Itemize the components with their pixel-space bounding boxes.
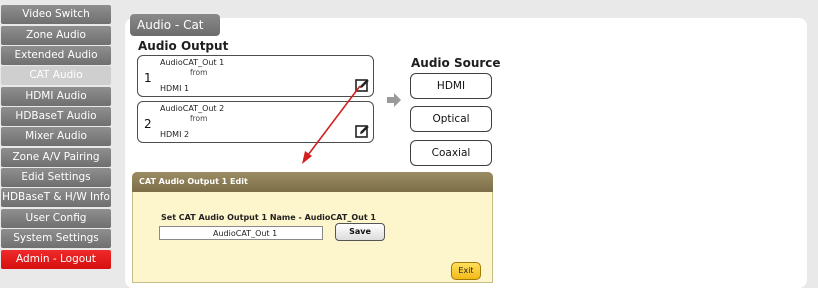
sidebar-item-zone-audio[interactable]: Zone Audio xyxy=(1,26,111,45)
sidebar-item-hdmi-audio[interactable]: HDMI Audio xyxy=(1,87,111,106)
output-number: 1 xyxy=(144,71,152,85)
output-name-input[interactable] xyxy=(159,226,323,240)
edit-dialog: CAT Audio Output 1 Edit Set CAT Audio Ou… xyxy=(132,172,493,283)
exit-button[interactable]: Exit xyxy=(451,262,481,280)
sidebar-item-edid-settings[interactable]: Edid Settings xyxy=(1,168,111,187)
sidebar-item-system-settings[interactable]: System Settings xyxy=(1,229,111,248)
audio-output-2-box: AudioCAT_Out 2 from 2 HDMI 2 xyxy=(137,101,374,143)
save-button[interactable]: Save xyxy=(335,223,385,241)
output-name: AudioCAT_Out 1 xyxy=(160,58,225,67)
dialog-title: CAT Audio Output 1 Edit xyxy=(132,172,493,192)
audio-output-1-box: AudioCAT_Out 1 from 1 HDMI 1 xyxy=(137,55,374,97)
audio-output-heading: Audio Output xyxy=(138,39,229,53)
source-hdmi-button[interactable]: HDMI xyxy=(410,73,492,99)
output-source: HDMI 1 xyxy=(160,84,190,93)
sidebar-item-zone-av-pairing[interactable]: Zone A/V Pairing xyxy=(1,148,111,167)
right-arrow-icon xyxy=(387,93,401,107)
sidebar-item-hdbaset-hw-info[interactable]: HDBaseT & H/W Info xyxy=(1,188,111,207)
sidebar-item-hdbaset-audio[interactable]: HDBaseT Audio xyxy=(1,107,111,126)
sidebar-item-extended-audio[interactable]: Extended Audio xyxy=(1,46,111,65)
pencil-edit-icon[interactable] xyxy=(355,78,370,93)
sidebar-item-user-config[interactable]: User Config xyxy=(1,209,111,228)
output-number: 2 xyxy=(144,117,152,131)
sidebar-item-cat-audio[interactable]: CAT Audio xyxy=(1,66,111,85)
pencil-edit-icon[interactable] xyxy=(355,124,370,139)
sidebar-item-admin-logout[interactable]: Admin - Logout xyxy=(1,250,111,269)
output-source: HDMI 2 xyxy=(160,130,190,139)
output-from-label: from xyxy=(190,68,208,77)
page-title-tab: Audio - Cat xyxy=(130,14,220,36)
source-optical-button[interactable]: Optical xyxy=(410,106,492,132)
output-name: AudioCAT_Out 2 xyxy=(160,104,225,113)
sidebar-item-mixer-audio[interactable]: Mixer Audio xyxy=(1,127,111,146)
audio-source-heading: Audio Source xyxy=(411,56,501,70)
name-field-label: Set CAT Audio Output 1 Name - AudioCAT_O… xyxy=(161,213,376,222)
sidebar-item-video-switch[interactable]: Video Switch xyxy=(1,5,111,24)
source-coaxial-button[interactable]: Coaxial xyxy=(410,140,492,166)
output-from-label: from xyxy=(190,114,208,123)
